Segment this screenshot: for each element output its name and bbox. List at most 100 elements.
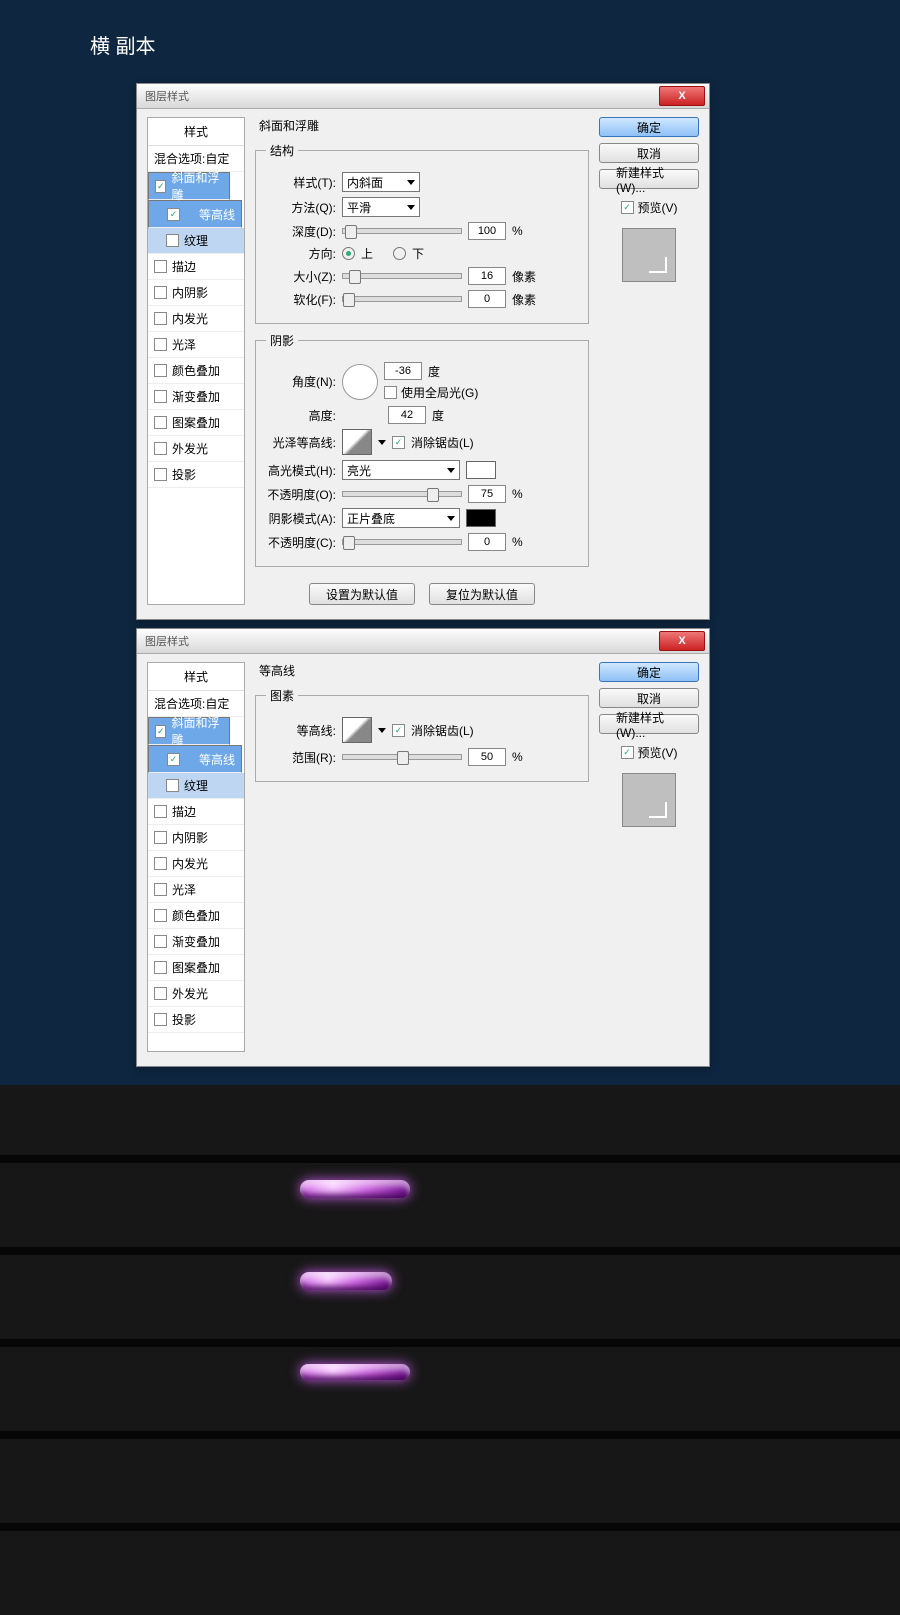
depth-slider[interactable] — [342, 228, 462, 234]
effect-checkbox[interactable] — [154, 987, 167, 1000]
highlight-opacity-slider[interactable] — [342, 491, 462, 497]
panel-title: 斜面和浮雕 — [255, 117, 589, 134]
preview-checkbox[interactable]: ✓ — [621, 201, 634, 214]
highlight-opacity-input[interactable]: 75 — [468, 485, 506, 503]
style-effect-8[interactable]: 渐变叠加 — [148, 384, 244, 410]
antialias-checkbox[interactable]: ✓ — [392, 436, 405, 449]
new-style-button[interactable]: 新建样式(W)... — [599, 714, 699, 734]
effect-checkbox[interactable] — [154, 909, 167, 922]
direction-label: 方向: — [266, 245, 336, 262]
effect-checkbox[interactable] — [154, 935, 167, 948]
effect-checkbox[interactable] — [154, 390, 167, 403]
shadow-mode-select[interactable]: 正片叠底 — [342, 508, 460, 528]
preview-checkbox[interactable]: ✓ — [621, 746, 634, 759]
effect-checkbox[interactable] — [154, 416, 167, 429]
style-effect-7[interactable]: 颜色叠加 — [148, 358, 244, 384]
dialog-title: 图层样式 — [141, 88, 189, 104]
gloss-contour-picker[interactable] — [342, 429, 372, 455]
style-effect-11[interactable]: 投影 — [148, 462, 244, 488]
size-input[interactable]: 16 — [468, 267, 506, 285]
style-effect-9[interactable]: 图案叠加 — [148, 410, 244, 436]
effect-checkbox[interactable] — [154, 883, 167, 896]
style-effect-1[interactable]: ✓等高线 — [148, 200, 242, 228]
depth-input[interactable]: 100 — [468, 222, 506, 240]
effect-checkbox[interactable] — [154, 338, 167, 351]
style-effect-6[interactable]: 光泽 — [148, 332, 244, 358]
percent-unit: % — [512, 535, 523, 549]
effect-checkbox[interactable]: ✓ — [155, 180, 166, 193]
effect-checkbox[interactable] — [154, 1013, 167, 1026]
style-effect-3[interactable]: 描边 — [148, 254, 244, 280]
effect-checkbox[interactable] — [154, 312, 167, 325]
chevron-down-icon[interactable] — [378, 440, 386, 445]
shadow-mode-label: 阴影模式(A): — [266, 510, 336, 527]
effect-label: 图案叠加 — [172, 959, 220, 976]
technique-select[interactable]: 平滑 — [342, 197, 420, 217]
global-light-checkbox[interactable] — [384, 386, 397, 399]
effect-checkbox[interactable] — [154, 805, 167, 818]
style-effect-10[interactable]: 外发光 — [148, 436, 244, 462]
style-effect-7[interactable]: 颜色叠加 — [148, 903, 244, 929]
style-effect-3[interactable]: 描边 — [148, 799, 244, 825]
effect-checkbox[interactable] — [154, 831, 167, 844]
effect-checkbox[interactable] — [166, 779, 179, 792]
technique-label: 方法(Q): — [266, 199, 336, 216]
highlight-mode-select[interactable]: 亮光 — [342, 460, 460, 480]
soften-slider[interactable] — [342, 296, 462, 302]
style-effect-5[interactable]: 内发光 — [148, 306, 244, 332]
reset-default-button[interactable]: 复位为默认值 — [429, 583, 535, 605]
effect-checkbox[interactable]: ✓ — [155, 725, 166, 738]
angle-control[interactable] — [342, 364, 378, 400]
make-default-button[interactable]: 设置为默认值 — [309, 583, 415, 605]
close-button[interactable]: X — [659, 86, 705, 106]
highlight-color-swatch[interactable] — [466, 461, 496, 479]
size-slider[interactable] — [342, 273, 462, 279]
effect-checkbox[interactable]: ✓ — [167, 753, 180, 766]
effect-checkbox[interactable] — [166, 234, 179, 247]
chevron-down-icon[interactable] — [378, 728, 386, 733]
altitude-input[interactable]: 42 — [388, 406, 426, 424]
style-effect-11[interactable]: 投影 — [148, 1007, 244, 1033]
effect-checkbox[interactable] — [154, 468, 167, 481]
direction-down-radio[interactable] — [393, 247, 406, 260]
effect-checkbox[interactable] — [154, 961, 167, 974]
antialias-checkbox[interactable]: ✓ — [392, 724, 405, 737]
angle-input[interactable]: -36 — [384, 362, 422, 380]
style-effect-5[interactable]: 内发光 — [148, 851, 244, 877]
titlebar[interactable]: 图层样式 X — [137, 84, 709, 109]
close-button[interactable]: X — [659, 631, 705, 651]
style-effect-1[interactable]: ✓ 等高线 — [148, 745, 242, 773]
cancel-button[interactable]: 取消 — [599, 688, 699, 708]
style-effect-4[interactable]: 内阴影 — [148, 280, 244, 306]
style-effect-8[interactable]: 渐变叠加 — [148, 929, 244, 955]
ok-button[interactable]: 确定 — [599, 662, 699, 682]
shadow-opacity-slider[interactable] — [342, 539, 462, 545]
effect-checkbox[interactable] — [154, 260, 167, 273]
titlebar[interactable]: 图层样式 X — [137, 629, 709, 654]
effect-checkbox[interactable] — [154, 442, 167, 455]
ok-button[interactable]: 确定 — [599, 117, 699, 137]
style-effect-10[interactable]: 外发光 — [148, 981, 244, 1007]
soften-input[interactable]: 0 — [468, 290, 506, 308]
style-effect-2[interactable]: 纹理 — [148, 228, 244, 254]
range-input[interactable]: 50 — [468, 748, 506, 766]
effect-checkbox[interactable]: ✓ — [167, 208, 180, 221]
style-effect-4[interactable]: 内阴影 — [148, 825, 244, 851]
style-effect-6[interactable]: 光泽 — [148, 877, 244, 903]
effect-checkbox[interactable] — [154, 364, 167, 377]
shadow-color-swatch[interactable] — [466, 509, 496, 527]
style-effect-9[interactable]: 图案叠加 — [148, 955, 244, 981]
direction-up-radio[interactable] — [342, 247, 355, 260]
effect-label: 等高线 — [199, 751, 235, 768]
cancel-button[interactable]: 取消 — [599, 143, 699, 163]
style-effect-2[interactable]: 纹理 — [148, 773, 244, 799]
style-select[interactable]: 内斜面 — [342, 172, 420, 192]
effect-checkbox[interactable] — [154, 857, 167, 870]
effect-checkbox[interactable] — [154, 286, 167, 299]
range-slider[interactable] — [342, 754, 462, 760]
new-style-button[interactable]: 新建样式(W)... — [599, 169, 699, 189]
style-effect-0[interactable]: ✓斜面和浮雕 — [148, 717, 230, 745]
style-effect-0[interactable]: ✓斜面和浮雕 — [148, 172, 230, 200]
contour-picker[interactable] — [342, 717, 372, 743]
shadow-opacity-input[interactable]: 0 — [468, 533, 506, 551]
